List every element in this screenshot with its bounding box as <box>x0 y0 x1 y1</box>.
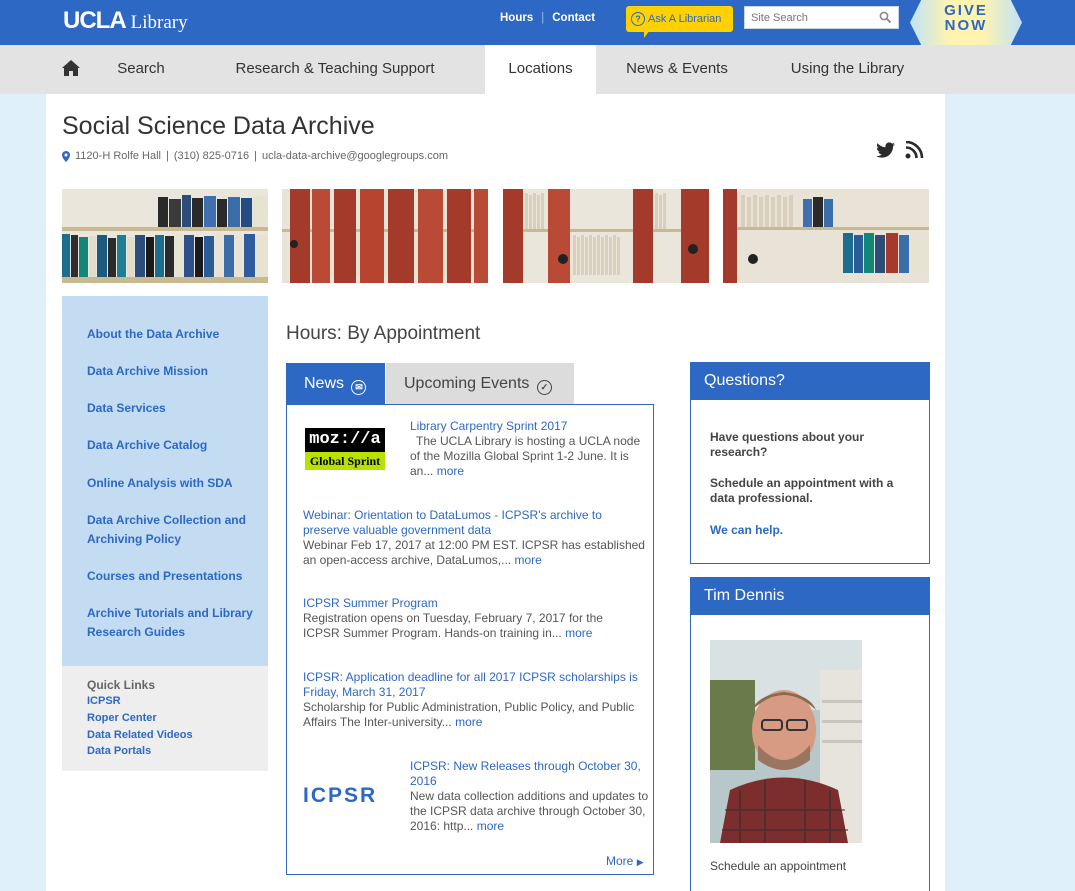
ask-label: Ask A Librarian <box>648 13 722 25</box>
main-nav: Search Research & Teaching Support Locat… <box>0 45 1075 94</box>
news-item-body: The UCLA Library is hosting a UCLA node … <box>410 434 646 479</box>
location-contact: 1120-H Rolfe Hall | (310) 825-0716 | ucl… <box>62 150 448 162</box>
news-item-text: Webinar Feb 17, 2017 at 12:00 PM EST. IC… <box>303 538 645 567</box>
sidebar-item-catalog[interactable]: Data Archive Catalog <box>87 436 259 455</box>
more-news-button[interactable]: More ▶ <box>606 854 644 868</box>
news-item-title[interactable]: ICPSR: New Releases through October 30, … <box>410 759 650 789</box>
sidebar-item-online-analysis[interactable]: Online Analysis with SDA <box>87 474 259 493</box>
ask-a-librarian-button[interactable]: ? Ask A Librarian <box>626 6 733 38</box>
nav-using-the-library[interactable]: Using the Library <box>780 45 915 94</box>
rss-icon[interactable] <box>905 141 924 159</box>
moz-logo-line1: moz://a <box>305 428 385 452</box>
phone: (310) 825-0716 <box>173 150 250 162</box>
home-icon[interactable] <box>61 59 81 77</box>
check-circle-icon: ✓ <box>536 380 552 395</box>
speech-tail <box>644 30 650 38</box>
news-item-title[interactable]: ICPSR: Application deadline for all 2017… <box>303 670 651 700</box>
news-item-body: Scholarship for Public Administration, P… <box>303 700 651 730</box>
site-search-input[interactable] <box>745 7 873 28</box>
more-link[interactable]: more <box>455 715 482 729</box>
more-news-label: More <box>606 854 634 868</box>
archive-shelf-photo <box>723 189 929 283</box>
contact-link[interactable]: Contact <box>552 12 595 24</box>
mozilla-global-sprint-logo: moz://a Global Sprint <box>305 428 385 470</box>
email[interactable]: ucla-data-archive@googlegroups.com <box>262 150 448 162</box>
give-line2: NOW <box>944 17 988 34</box>
map-pin-icon <box>62 150 70 162</box>
logo-suffix: Library <box>130 12 188 33</box>
questions-text: Have questions about your research? <box>710 430 865 459</box>
sidebar-item-courses[interactable]: Courses and Presentations <box>87 567 259 586</box>
logo-text: UCLA <box>63 7 127 34</box>
hours-link[interactable]: Hours <box>500 12 533 24</box>
hours-heading: Hours: By Appointment <box>286 323 481 344</box>
sidebar-item-collection-policy[interactable]: Data Archive Collection and Archiving Po… <box>87 511 252 549</box>
separator: | <box>166 150 169 162</box>
tab-news-label: News <box>304 375 345 392</box>
ucla-library-logo[interactable]: UCLA Library <box>63 7 188 35</box>
news-item-text: Registration opens on Tuesday, February … <box>303 611 603 640</box>
news-item-body: Webinar Feb 17, 2017 at 12:00 PM EST. IC… <box>303 538 649 568</box>
we-can-help-link[interactable]: We can help. <box>710 523 910 538</box>
sidebar-item-about[interactable]: About the Data Archive <box>87 325 259 344</box>
news-icon: ✉ <box>351 380 367 395</box>
librarian-name: Tim Dennis <box>691 578 929 615</box>
news-item-body: New data collection additions and update… <box>410 789 650 834</box>
sidebar-item-services[interactable]: Data Services <box>87 399 259 418</box>
questions-text: Schedule an appointment with a data prof… <box>710 476 894 505</box>
top-bar: UCLA Library Hours | Contact ? Ask A Libr… <box>0 0 1075 45</box>
tab-events-label: Upcoming Events <box>404 375 530 392</box>
archive-shelf-photo <box>62 189 268 283</box>
librarian-photo <box>710 640 862 843</box>
news-item-title[interactable]: ICPSR Summer Program <box>303 596 643 611</box>
utility-links: Hours | Contact <box>500 12 595 24</box>
twitter-icon[interactable] <box>876 141 896 159</box>
news-item-title[interactable]: Library Carpentry Sprint 2017 <box>410 419 646 434</box>
social-links <box>876 141 924 159</box>
quick-link-data-videos[interactable]: Data Related Videos <box>87 729 193 741</box>
give-line1: GIVE <box>944 2 988 19</box>
address: 1120-H Rolfe Hall <box>75 150 162 162</box>
nav-search[interactable]: Search <box>110 45 172 94</box>
nav-research-teaching-support[interactable]: Research & Teaching Support <box>222 45 448 94</box>
quick-link-data-portals[interactable]: Data Portals <box>87 745 151 757</box>
search-icon[interactable] <box>879 11 892 24</box>
archive-shelf-photo <box>503 189 709 283</box>
news-item-body: Registration opens on Tuesday, February … <box>303 611 633 641</box>
tab-news[interactable]: News ✉ <box>286 363 385 404</box>
news-item-title[interactable]: Webinar: Orientation to DataLumos - ICPS… <box>303 508 643 538</box>
sidebar-item-mission[interactable]: Data Archive Mission <box>87 362 259 381</box>
archive-shelf-photo <box>282 189 488 283</box>
quick-link-icpsr[interactable]: ICPSR <box>87 695 121 707</box>
site-search <box>744 6 899 29</box>
tab-upcoming-events[interactable]: Upcoming Events ✓ <box>386 363 574 404</box>
more-link[interactable]: more <box>565 626 592 640</box>
more-link[interactable]: more <box>514 553 541 567</box>
sidebar-item-tutorials[interactable]: Archive Tutorials and Library Research G… <box>87 604 257 642</box>
caret-right-icon: ▶ <box>636 857 644 867</box>
quick-link-roper-center[interactable]: Roper Center <box>87 712 157 724</box>
question-icon: ? <box>631 12 645 26</box>
moz-logo-line2: Global Sprint <box>305 452 385 470</box>
nav-locations[interactable]: Locations <box>485 45 596 94</box>
more-link[interactable]: more <box>477 819 504 833</box>
quick-links-title: Quick Links <box>87 678 156 692</box>
icpsr-logo: ICPSR <box>303 784 378 807</box>
nav-news-events[interactable]: News & Events <box>617 45 737 94</box>
link-separator: | <box>541 12 545 24</box>
schedule-appointment-link[interactable]: Schedule an appointment <box>710 859 910 874</box>
more-link[interactable]: more <box>437 464 464 478</box>
page-title: Social Science Data Archive <box>62 112 375 140</box>
give-now-button[interactable]: GIVE NOW <box>910 0 1022 45</box>
questions-title: Questions? <box>691 363 929 400</box>
separator: | <box>254 150 257 162</box>
news-item-text: New data collection additions and update… <box>410 789 649 833</box>
